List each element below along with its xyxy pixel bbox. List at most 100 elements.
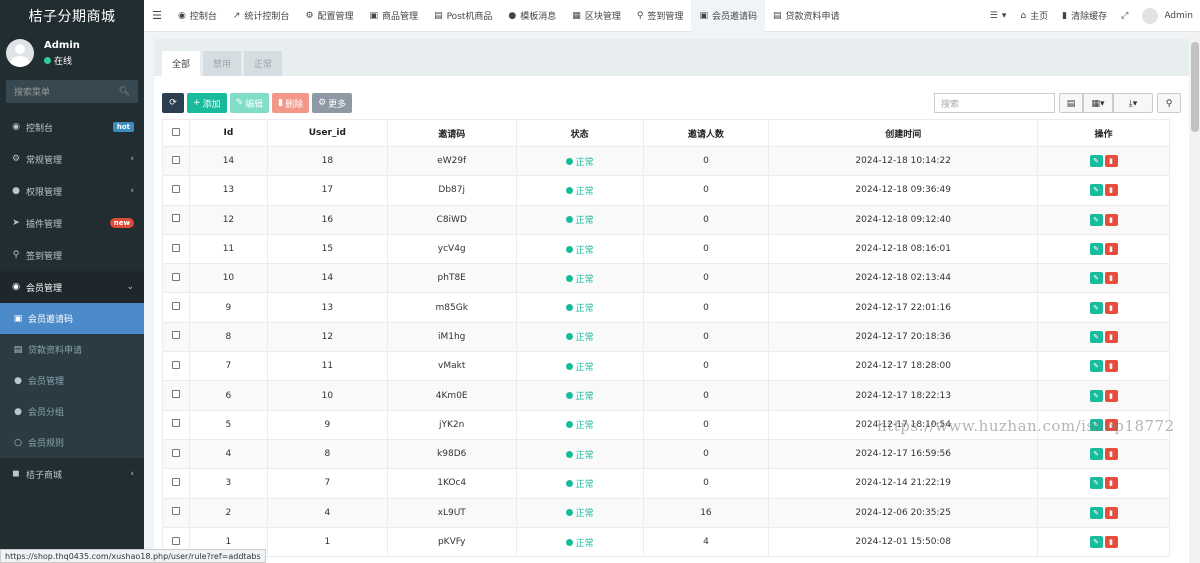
cell-id: 2: [188, 497, 268, 528]
delete-row-button[interactable]: ▮: [1104, 155, 1118, 168]
scrollbar-thumb[interactable]: [1191, 42, 1199, 132]
row-checkbox[interactable]: [162, 175, 190, 206]
menu-search-input[interactable]: 搜索菜单 🔍︎: [6, 80, 138, 103]
edit-button[interactable]: ✎ 编辑: [229, 93, 270, 113]
cell-status: 正常: [515, 380, 644, 411]
table-search-input[interactable]: 搜索: [934, 93, 1055, 113]
sidebar-item-signin[interactable]: ⚲ 签到管理: [0, 239, 144, 271]
edit-row-button[interactable]: ✎: [1089, 155, 1103, 168]
table-row: 8 12 iM1hg 正常 0 2024-12-17 20:18:36 ✎ ▮: [162, 321, 1170, 353]
delete-row-button[interactable]: ▮: [1104, 243, 1118, 256]
row-checkbox[interactable]: [162, 321, 190, 353]
row-checkbox[interactable]: [162, 380, 190, 411]
admin-menu[interactable]: Admin: [1135, 0, 1200, 32]
edit-row-button[interactable]: ✎: [1089, 506, 1103, 519]
edit-row-button[interactable]: ✎: [1089, 330, 1103, 343]
row-checkbox[interactable]: [162, 204, 190, 235]
search-icon[interactable]: 🔍︎: [119, 87, 130, 97]
edit-row-button[interactable]: ✎: [1089, 448, 1103, 461]
more-button[interactable]: ⚙ 更多: [312, 93, 353, 113]
sidebar-item-loan-applications[interactable]: ▤ 贷款资料申请: [0, 334, 144, 365]
tab-all[interactable]: 全部: [162, 51, 201, 76]
tab-config[interactable]: ⚙ 配置管理: [297, 0, 361, 32]
select-all-checkbox[interactable]: [162, 119, 190, 147]
sidebar-item-member-manage[interactable]: ● 会员管理: [0, 365, 144, 396]
delete-row-button[interactable]: ▮: [1104, 477, 1118, 490]
row-checkbox[interactable]: [162, 145, 190, 177]
page-scrollbar[interactable]: [1190, 32, 1200, 563]
home-icon: ⌂: [1020, 10, 1027, 21]
sidebar-item-member-rules[interactable]: ○ 会员规则: [0, 427, 144, 458]
edit-row-button[interactable]: ✎: [1089, 389, 1103, 402]
delete-row-button[interactable]: ▮: [1104, 330, 1118, 343]
row-checkbox[interactable]: [162, 292, 190, 323]
tab-pos-products[interactable]: ▤ Post机商品: [426, 0, 500, 32]
delete-row-button[interactable]: ▮: [1104, 536, 1118, 548]
row-checkbox[interactable]: [162, 497, 190, 528]
tab-disabled[interactable]: 禁用: [203, 51, 242, 76]
column-header-id[interactable]: Id: [188, 119, 268, 147]
delete-row-button[interactable]: ▮: [1104, 506, 1118, 519]
row-checkbox[interactable]: [162, 263, 190, 294]
tab-invite-codes[interactable]: ▣ 会员邀请码: [691, 0, 765, 32]
sidebar-item-invite-codes[interactable]: ▣ 会员邀请码: [0, 303, 144, 334]
edit-row-button[interactable]: ✎: [1089, 272, 1103, 285]
add-button[interactable]: + 添加: [187, 93, 227, 113]
column-header-invite-count: 邀请人数: [642, 119, 770, 147]
delete-button[interactable]: ▮ 删除: [272, 93, 310, 113]
export-button[interactable]: ⤓▾: [1113, 93, 1153, 113]
delete-row-button[interactable]: ▮: [1104, 389, 1118, 402]
edit-row-button[interactable]: ✎: [1089, 536, 1103, 548]
row-checkbox[interactable]: [162, 438, 190, 470]
columns-button[interactable]: ▦▾: [1083, 93, 1113, 113]
hamburger-icon[interactable]: ☰: [144, 9, 170, 22]
brand-logo[interactable]: 桔子分期商城: [0, 0, 144, 32]
row-checkbox[interactable]: [162, 351, 190, 382]
sidebar-item-auth[interactable]: ● 权限管理 ‹: [0, 175, 144, 207]
tab-normal[interactable]: 正常: [244, 51, 283, 76]
sidebar-item-general[interactable]: ⚙ 常规管理 ‹: [0, 143, 144, 175]
delete-row-button[interactable]: ▮: [1104, 301, 1118, 314]
toggle-view-button[interactable]: ▤: [1059, 93, 1083, 113]
home-link[interactable]: ⌂ 主页: [1013, 0, 1055, 32]
delete-row-button[interactable]: ▮: [1104, 272, 1118, 285]
refresh-button[interactable]: ⟳: [162, 93, 184, 113]
tab-loan-applications[interactable]: ▤ 贷款资料申请: [765, 0, 848, 32]
edit-row-button[interactable]: ✎: [1089, 184, 1103, 197]
edit-row-button[interactable]: ✎: [1089, 301, 1103, 314]
cell-invite-count: 0: [642, 204, 770, 235]
sidebar-item-shop[interactable]: ◼ 桔子商城 ‹: [0, 458, 144, 490]
column-header-user-id[interactable]: User_id: [266, 119, 388, 147]
row-checkbox[interactable]: [162, 468, 190, 499]
tab-blocks[interactable]: ▦ 区块管理: [564, 0, 629, 32]
row-checkbox[interactable]: [162, 409, 190, 440]
sidebar-item-members[interactable]: ◉ 会员管理 ⌄: [0, 271, 144, 303]
edit-row-button[interactable]: ✎: [1089, 477, 1103, 490]
delete-row-button[interactable]: ▮: [1104, 448, 1118, 461]
sidebar-item-member-groups[interactable]: ● 会员分组: [0, 396, 144, 427]
delete-row-button[interactable]: ▮: [1104, 360, 1118, 373]
tabs-dropdown-button[interactable]: ☰ ▾: [983, 0, 1014, 32]
edit-row-button[interactable]: ✎: [1089, 243, 1103, 256]
sidebar-item-addons[interactable]: ➤ 插件管理 new: [0, 207, 144, 239]
clear-cache-button[interactable]: ▮ 清除缓存: [1055, 0, 1114, 32]
cell-actions: ✎ ▮: [1037, 145, 1170, 177]
search-icon: ⚲: [1165, 97, 1173, 108]
tab-template-messages[interactable]: ● 模板消息: [500, 0, 564, 32]
cube-icon: ◼: [12, 469, 20, 479]
sidebar-item-dashboard[interactable]: ◉ 控制台 hot: [0, 111, 144, 143]
cell-code: 1KOc4: [386, 468, 517, 499]
search-button[interactable]: ⚲: [1157, 93, 1181, 113]
tab-dashboard[interactable]: ◉ 控制台: [170, 0, 225, 32]
fullscreen-button[interactable]: ⤢: [1114, 0, 1135, 32]
tab-products[interactable]: ▣ 商品管理: [362, 0, 427, 32]
edit-row-button[interactable]: ✎: [1089, 360, 1103, 373]
edit-row-button[interactable]: ✎: [1089, 213, 1103, 226]
delete-row-button[interactable]: ▮: [1104, 184, 1118, 197]
row-checkbox[interactable]: [162, 233, 190, 265]
map-marker-icon: ⚲: [636, 10, 644, 21]
tab-stats-dashboard[interactable]: ↗ 统计控制台: [225, 0, 298, 32]
tab-signin[interactable]: ⚲ 签到管理: [629, 0, 692, 32]
avatar: [6, 39, 34, 67]
delete-row-button[interactable]: ▮: [1104, 213, 1118, 226]
